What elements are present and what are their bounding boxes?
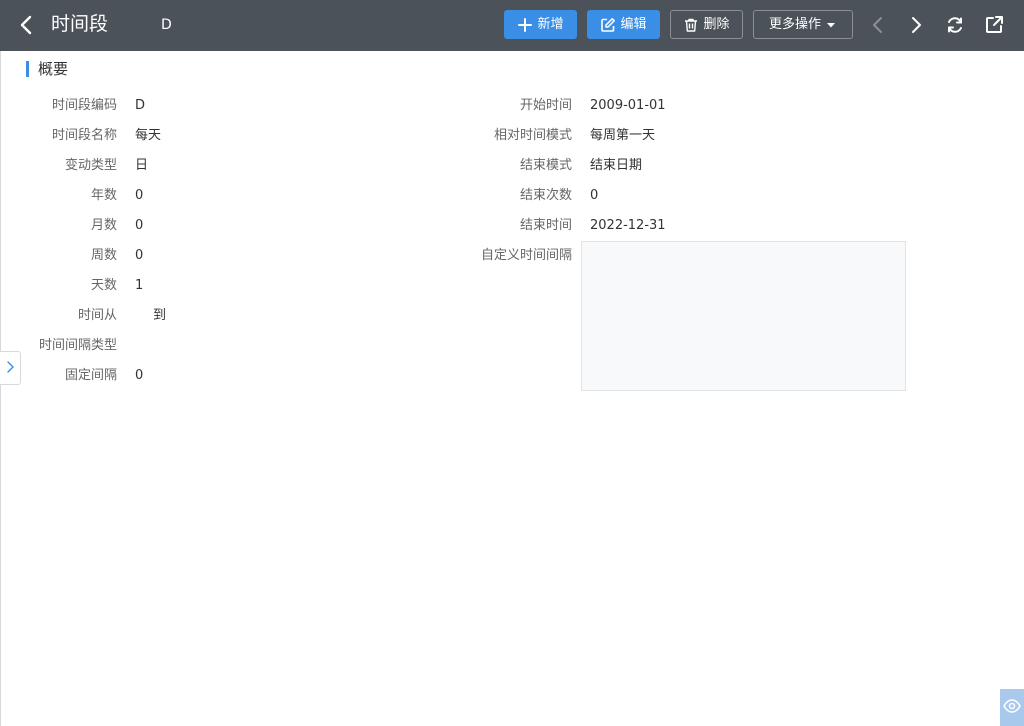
field-label-end-mode: 结束模式 xyxy=(519,158,572,173)
delete-button-label: 删除 xyxy=(703,17,730,32)
field-label-end-count: 结束次数 xyxy=(519,188,572,203)
field-value-name: 每天 xyxy=(135,128,162,143)
field-label-months: 月数 xyxy=(90,218,117,233)
edit-button-label: 编辑 xyxy=(620,17,647,32)
caret-down-icon xyxy=(825,19,837,31)
edit-icon xyxy=(600,17,616,33)
field-label-fixed-interval: 固定间隔 xyxy=(64,368,117,383)
view-toggle-button[interactable] xyxy=(1000,689,1024,726)
next-record-icon[interactable] xyxy=(905,14,927,36)
field-value-weeks: 0 xyxy=(135,248,144,263)
previous-record-icon[interactable] xyxy=(867,14,889,36)
chevron-right-icon xyxy=(5,359,15,378)
plus-icon xyxy=(517,17,533,33)
field-label-end-time: 结束时间 xyxy=(519,218,572,233)
field-value-time-to: 到 xyxy=(153,308,167,323)
add-button[interactable]: 新增 xyxy=(504,10,577,39)
field-value-end-count: 0 xyxy=(590,188,599,203)
delete-button[interactable]: 删除 xyxy=(670,10,743,39)
field-value-change-type: 日 xyxy=(135,158,149,173)
field-label-interval-type: 时间间隔类型 xyxy=(38,338,117,353)
refresh-icon[interactable] xyxy=(944,14,966,36)
custom-interval-box xyxy=(581,241,906,391)
record-code: D xyxy=(161,17,172,33)
trash-icon xyxy=(683,17,699,33)
sidebar-expand-button[interactable] xyxy=(0,351,21,385)
field-label-years: 年数 xyxy=(90,188,117,203)
field-label-time-from: 时间从 xyxy=(77,308,117,323)
field-label-change-type: 变动类型 xyxy=(64,158,117,173)
field-value-start-time: 2009-01-01 xyxy=(590,98,666,113)
field-value-years: 0 xyxy=(135,188,144,203)
field-label-start-time: 开始时间 xyxy=(519,98,572,113)
field-label-relative-mode: 相对时间模式 xyxy=(493,128,572,143)
more-actions-label: 更多操作 xyxy=(768,17,821,32)
field-label-code: 时间段编码 xyxy=(51,98,117,113)
share-icon[interactable] xyxy=(983,14,1005,36)
field-label-days: 天数 xyxy=(90,278,117,293)
field-value-end-mode: 结束日期 xyxy=(590,158,643,173)
eye-icon xyxy=(1003,698,1021,717)
back-icon[interactable] xyxy=(17,14,37,36)
section-title: 概要 xyxy=(38,60,69,78)
field-value-days: 1 xyxy=(135,278,144,293)
add-button-label: 新增 xyxy=(537,17,564,32)
field-value-end-time: 2022-12-31 xyxy=(590,218,666,233)
field-label-name: 时间段名称 xyxy=(51,128,117,143)
field-value-months: 0 xyxy=(135,218,144,233)
field-value-code: D xyxy=(135,98,146,113)
header-bar: 时间段 D 新增 编辑 删除 更多操作 xyxy=(0,0,1024,51)
section-accent-bar xyxy=(26,61,29,77)
edit-button[interactable]: 编辑 xyxy=(587,10,660,39)
field-label-weeks: 周数 xyxy=(90,248,117,263)
more-actions-dropdown[interactable]: 更多操作 xyxy=(753,10,853,39)
left-border xyxy=(0,51,1,726)
field-value-relative-mode: 每周第一天 xyxy=(590,128,656,143)
page-title: 时间段 xyxy=(51,13,109,35)
field-label-custom-interval: 自定义时间间隔 xyxy=(480,248,572,263)
field-value-fixed-interval: 0 xyxy=(135,368,144,383)
